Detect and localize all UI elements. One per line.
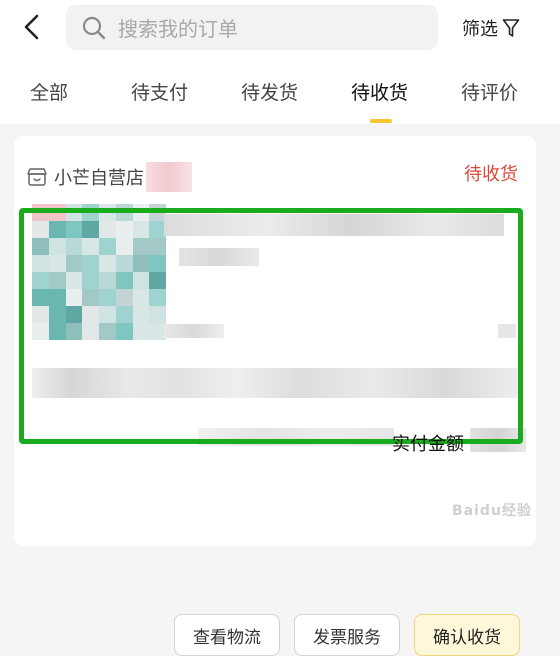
tab-pending-review[interactable]: 待评价: [461, 78, 518, 105]
top-bar: 筛选 全部 待支付 待发货 待收货 待评价: [0, 0, 560, 124]
store-icon: [27, 168, 47, 186]
filter-button[interactable]: 筛选: [462, 15, 520, 41]
paid-amount-label: 实付金额: [392, 434, 464, 455]
watermark-text: Baidu经验: [452, 503, 532, 519]
active-tab-indicator: [370, 119, 392, 123]
back-arrow-icon[interactable]: [18, 12, 48, 42]
tab-all[interactable]: 全部: [30, 78, 68, 105]
order-tabs: 全部 待支付 待发货 待收货 待评价: [0, 72, 560, 122]
search-icon: [82, 16, 106, 40]
store-header[interactable]: 小芒自营店: [26, 162, 192, 192]
store-name-blurred: [146, 162, 192, 192]
confirm-receipt-button[interactable]: 确认收货: [414, 614, 520, 656]
search-input[interactable]: [116, 5, 420, 52]
order-status: 待收货: [464, 164, 518, 185]
tab-pending-payment[interactable]: 待支付: [131, 78, 188, 105]
invoice-service-button[interactable]: 发票服务: [294, 614, 400, 656]
tab-pending-shipment[interactable]: 待发货: [241, 78, 298, 105]
track-logistics-button[interactable]: 查看物流: [174, 614, 280, 656]
search-bar[interactable]: [66, 5, 438, 52]
tab-pending-receipt[interactable]: 待收货: [351, 78, 408, 105]
store-name: 小芒自营店: [54, 168, 144, 189]
filter-funnel-icon: [502, 19, 520, 37]
filter-label: 筛选: [462, 19, 498, 40]
highlight-annotation-box: [19, 208, 523, 444]
